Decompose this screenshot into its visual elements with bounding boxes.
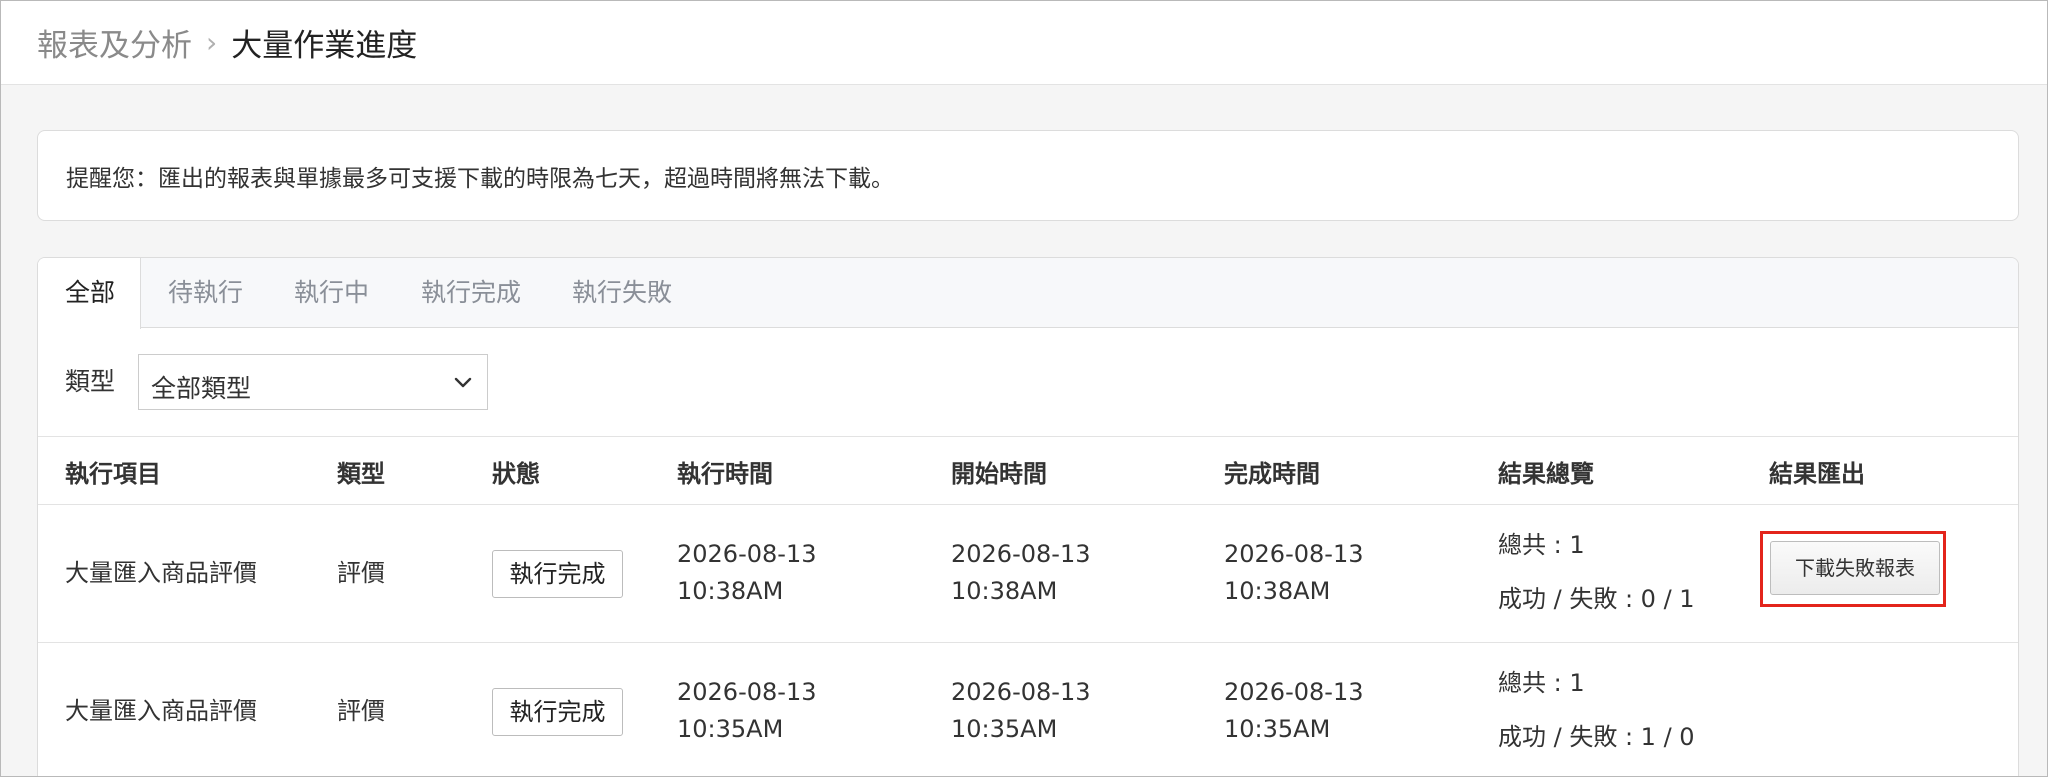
row-total: 總共 : 1 [1498, 669, 1585, 697]
app-window: 報表及分析 › 大量作業進度 提醒您：匯出的報表與單據最多可支援下載的時限為七天… [0, 0, 2048, 777]
row-start-date: 2026-08-13 [951, 678, 1091, 706]
tab-pending[interactable]: 待執行 [168, 258, 243, 328]
page-header: 報表及分析 › 大量作業進度 [1, 1, 2047, 85]
row-item: 大量匯入商品評價 [65, 559, 257, 587]
row-type: 評價 [337, 697, 385, 725]
row-result: 成功 / 失敗 : 0 / 1 [1498, 585, 1695, 613]
breadcrumb-parent-link[interactable]: 報表及分析 [37, 20, 192, 65]
notice-text: 提醒您：匯出的報表與單據最多可支援下載的時限為七天，超過時間將無法下載。 [66, 165, 894, 192]
row-start-time: 10:35AM [951, 715, 1058, 743]
header-divider [38, 504, 2018, 505]
filter-divider [38, 436, 2018, 437]
row-item: 大量匯入商品評價 [65, 697, 257, 725]
row-end-time: 10:35AM [1224, 715, 1331, 743]
header-start-time: 開始時間 [951, 460, 1047, 488]
jobs-panel: 全部 待執行 執行中 執行完成 執行失敗 類型 全部類型 執行項目 類型 狀態 … [37, 257, 2019, 776]
row-type: 評價 [337, 559, 385, 587]
tab-all[interactable]: 全部 [38, 258, 141, 329]
row-total: 總共 : 1 [1498, 531, 1585, 559]
header-exec-time: 執行時間 [677, 460, 773, 488]
header-end-time: 完成時間 [1224, 460, 1320, 488]
breadcrumb-separator-icon: › [206, 26, 218, 59]
row-start-time: 10:38AM [951, 577, 1058, 605]
row-exec-date: 2026-08-13 [677, 540, 817, 568]
type-filter-select[interactable]: 全部類型 [138, 354, 488, 410]
status-badge[interactable]: 執行完成 [492, 550, 623, 598]
row-end-date: 2026-08-13 [1224, 678, 1364, 706]
row-end-time: 10:38AM [1224, 577, 1331, 605]
type-filter-label: 類型 [65, 367, 116, 396]
header-export: 結果匯出 [1769, 460, 1865, 488]
header-type: 類型 [337, 460, 385, 488]
chevron-down-icon [454, 377, 472, 388]
tab-completed[interactable]: 執行完成 [421, 258, 521, 328]
status-badge[interactable]: 執行完成 [492, 688, 623, 736]
row-end-date: 2026-08-13 [1224, 540, 1364, 568]
tab-failed[interactable]: 執行失敗 [572, 258, 672, 328]
download-failure-report-button[interactable]: 下載失敗報表 [1770, 541, 1940, 595]
page-title: 大量作業進度 [231, 28, 418, 64]
notice-banner: 提醒您：匯出的報表與單據最多可支援下載的時限為七天，超過時間將無法下載。 [37, 130, 2019, 221]
header-item: 執行項目 [65, 460, 161, 488]
tab-running[interactable]: 執行中 [294, 258, 369, 328]
row-exec-time: 10:35AM [677, 715, 784, 743]
row-divider [38, 642, 2018, 643]
row-result: 成功 / 失敗 : 1 / 0 [1498, 723, 1695, 751]
row-exec-date: 2026-08-13 [677, 678, 817, 706]
header-summary: 結果總覽 [1498, 460, 1594, 488]
type-filter-value: 全部類型 [151, 374, 252, 403]
row-exec-time: 10:38AM [677, 577, 784, 605]
header-status: 狀態 [492, 460, 540, 488]
row-start-date: 2026-08-13 [951, 540, 1091, 568]
status-tabs: 全部 待執行 執行中 執行完成 執行失敗 [38, 258, 2018, 329]
